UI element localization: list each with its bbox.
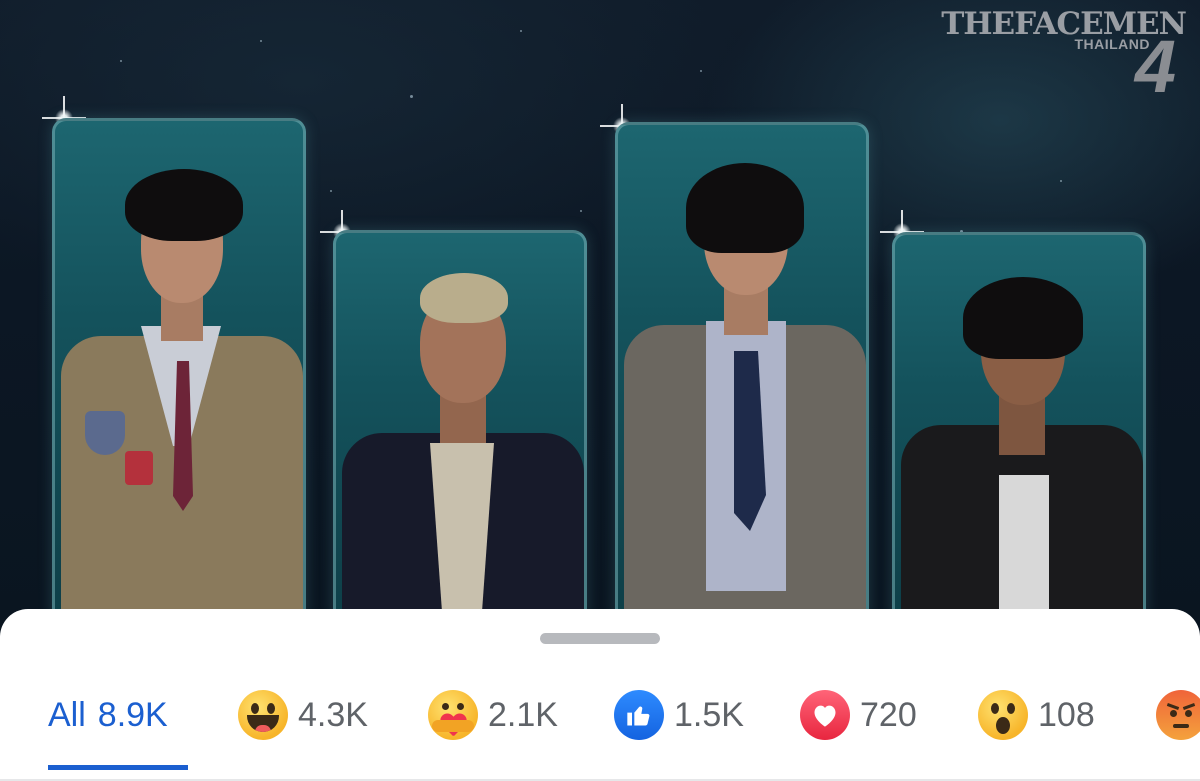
tab-care[interactable]: 2.1K bbox=[428, 675, 558, 755]
haha-emoji-icon bbox=[238, 690, 288, 740]
tab-all-reactions[interactable]: All 8.9K bbox=[48, 675, 168, 755]
reaction-tabs: All 8.9K 4.3K 2.1K 1.5K 720 108 bbox=[0, 675, 1200, 755]
contestant-portrait bbox=[55, 121, 303, 615]
tab-like[interactable]: 1.5K bbox=[614, 675, 744, 755]
contestant-card-3 bbox=[615, 122, 869, 618]
tab-haha[interactable]: 4.3K bbox=[238, 675, 368, 755]
tab-haha-count: 4.3K bbox=[298, 695, 368, 734]
care-emoji-icon bbox=[428, 690, 478, 740]
show-logo: THEFACEMEN THAILAND 4 bbox=[886, 2, 1187, 122]
tab-care-count: 2.1K bbox=[488, 695, 558, 734]
contestant-card-1 bbox=[52, 118, 306, 618]
tab-all-label: All bbox=[48, 695, 86, 734]
tab-angry[interactable] bbox=[1156, 675, 1200, 755]
wow-emoji-icon bbox=[978, 690, 1028, 740]
tab-love[interactable]: 720 bbox=[800, 675, 917, 755]
post-photo: THEFACEMEN THAILAND 4 bbox=[0, 0, 1200, 640]
tab-wow[interactable]: 108 bbox=[978, 675, 1095, 755]
tab-like-count: 1.5K bbox=[674, 695, 744, 734]
contestant-portrait bbox=[618, 125, 866, 615]
contestant-card-4 bbox=[892, 232, 1146, 618]
logo-season-number: 4 bbox=[1134, 25, 1176, 108]
tab-love-count: 720 bbox=[860, 695, 917, 734]
contestant-card-2 bbox=[333, 230, 587, 618]
like-icon bbox=[614, 690, 664, 740]
active-tab-indicator bbox=[48, 765, 188, 770]
sheet-drag-handle[interactable] bbox=[540, 633, 660, 644]
tab-all-count: 8.9K bbox=[97, 695, 168, 734]
contestant-portrait bbox=[895, 235, 1143, 615]
angry-emoji-icon bbox=[1156, 690, 1200, 740]
tab-wow-count: 108 bbox=[1038, 695, 1095, 734]
reactions-sheet: All 8.9K 4.3K 2.1K 1.5K 720 108 bbox=[0, 609, 1200, 781]
love-heart-icon bbox=[800, 690, 850, 740]
screen: THEFACEMEN THAILAND 4 All 8.9K 4.3K 2.1K… bbox=[0, 0, 1200, 781]
contestant-portrait bbox=[336, 233, 584, 615]
